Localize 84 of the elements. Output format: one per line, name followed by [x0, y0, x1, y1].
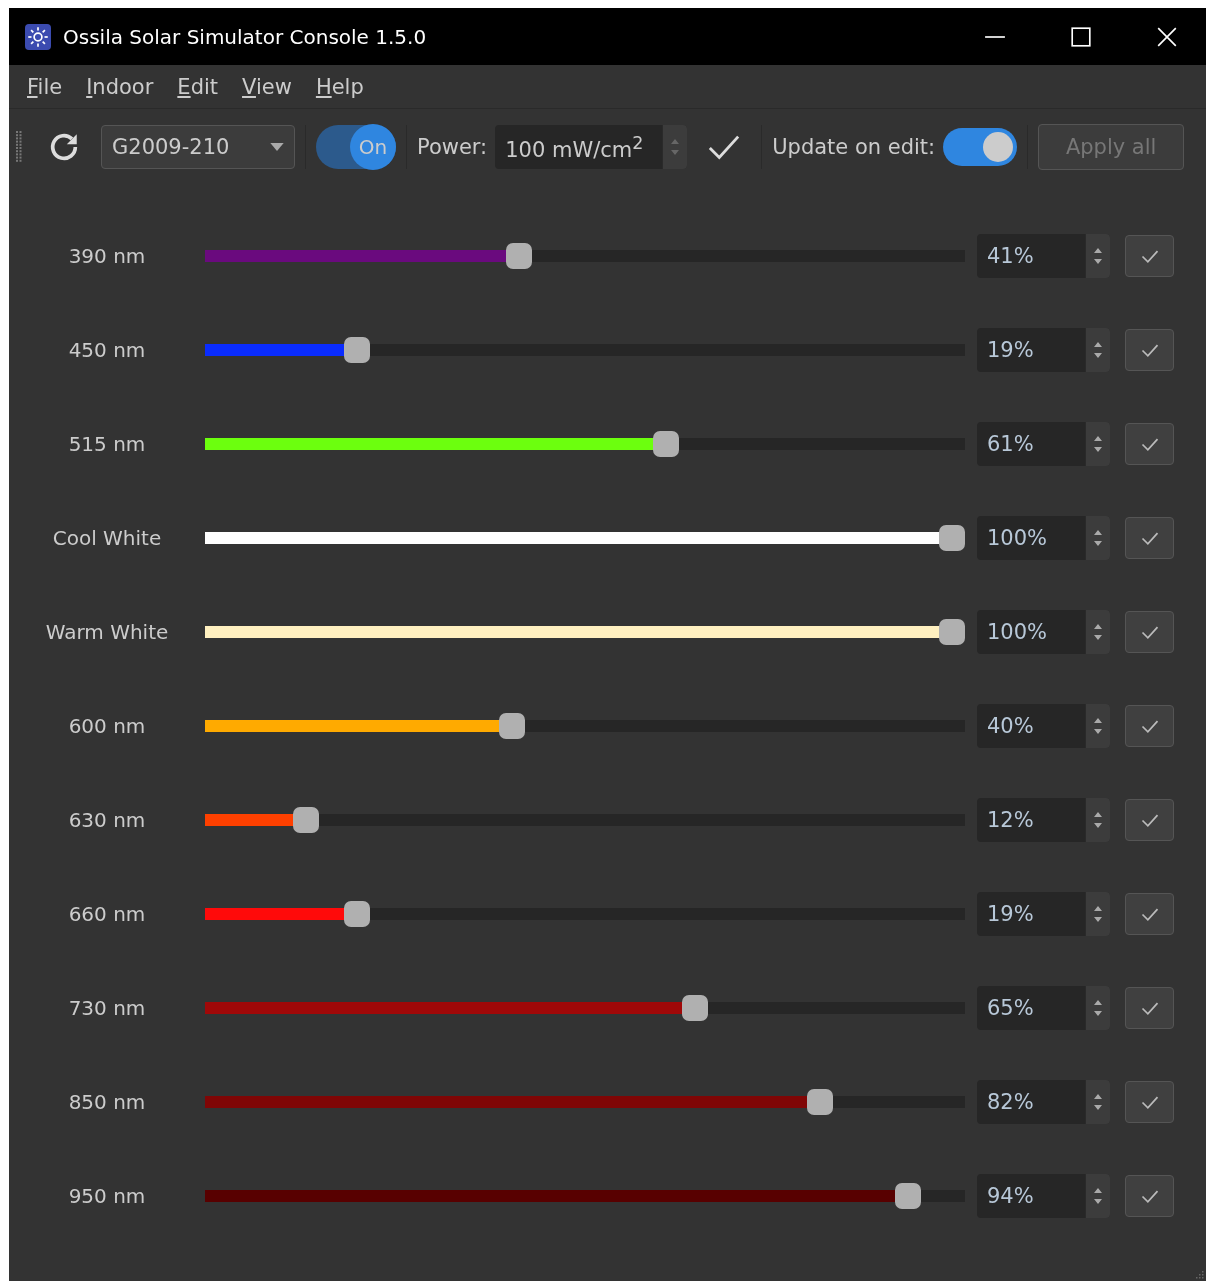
apply-button[interactable] — [1125, 893, 1174, 935]
channel-slider[interactable] — [205, 619, 965, 645]
channel-label: 660 nm — [67, 902, 147, 926]
slider-handle[interactable] — [344, 337, 371, 363]
apply-button[interactable] — [1125, 1175, 1174, 1217]
channel-label: 630 nm — [67, 808, 147, 832]
channel-slider[interactable] — [205, 525, 965, 551]
channel-label: 600 nm — [67, 714, 147, 738]
percent-field[interactable]: 40% — [977, 704, 1110, 748]
menu-item[interactable]: Edit — [177, 74, 219, 99]
check-icon — [1139, 906, 1160, 922]
channel-label: 450 nm — [67, 338, 147, 362]
check-icon — [1139, 248, 1160, 264]
check-icon — [1139, 436, 1160, 452]
slider-handle[interactable] — [498, 713, 525, 739]
percent-field[interactable]: 65% — [977, 986, 1110, 1030]
apply-button[interactable] — [1125, 423, 1174, 465]
window-title: Ossila Solar Simulator Console 1.5.0 — [63, 24, 427, 49]
check-icon — [1139, 812, 1160, 828]
channel-label: 515 nm — [67, 432, 147, 456]
channel-slider[interactable] — [205, 713, 965, 739]
apply-button[interactable] — [1125, 611, 1174, 653]
percent-field[interactable]: 100% — [977, 610, 1110, 654]
percent-field[interactable]: 100% — [977, 516, 1110, 560]
power-label: Power: — [417, 135, 488, 159]
percent-field[interactable]: 19% — [977, 892, 1110, 936]
resize-grip-icon[interactable] — [1196, 1271, 1204, 1279]
slider-handle[interactable] — [806, 1089, 833, 1115]
apply-button[interactable] — [1125, 329, 1174, 371]
channel-label: 730 nm — [67, 996, 147, 1020]
checkmark-icon[interactable] — [707, 133, 742, 161]
apply-button[interactable] — [1125, 517, 1174, 559]
channel-slider[interactable] — [205, 901, 965, 927]
update-on-edit-label: Update on edit: — [772, 135, 936, 159]
percent-field[interactable]: 19% — [977, 328, 1110, 372]
channel-label: 950 nm — [67, 1184, 147, 1208]
apply-button[interactable] — [1125, 235, 1174, 277]
slider-handle[interactable] — [939, 525, 965, 551]
slider-handle[interactable] — [505, 243, 532, 269]
maximize-icon[interactable] — [1070, 25, 1092, 48]
check-icon — [1139, 342, 1160, 358]
channel-slider[interactable] — [205, 431, 965, 457]
channel-label: 390 nm — [67, 244, 147, 268]
channel-slider[interactable] — [205, 1183, 965, 1209]
apply-button[interactable] — [1125, 987, 1174, 1029]
check-icon — [1139, 1094, 1160, 1110]
percent-field[interactable]: 82% — [977, 1080, 1110, 1124]
check-icon — [1139, 1188, 1160, 1204]
percent-field[interactable]: 41% — [977, 234, 1110, 278]
slider-handle[interactable] — [293, 807, 320, 833]
menu-item[interactable]: Indoor — [86, 74, 154, 99]
channel-slider[interactable] — [205, 243, 965, 269]
menu-item[interactable]: File — [27, 74, 63, 99]
slider-handle[interactable] — [894, 1183, 921, 1209]
slider-handle[interactable] — [344, 901, 371, 927]
slider-handle[interactable] — [652, 431, 679, 457]
power-field[interactable]: 100 mW/cm$^{2}$ — [495, 125, 688, 169]
channel-slider[interactable] — [205, 337, 965, 363]
check-icon — [1139, 530, 1160, 546]
check-icon — [1139, 1000, 1160, 1016]
channel-label: Cool White — [51, 526, 163, 550]
check-icon — [1139, 718, 1160, 734]
app-sun-icon — [25, 23, 51, 50]
apply-button[interactable] — [1125, 799, 1174, 841]
grip-icon[interactable] — [15, 131, 23, 163]
device-dropdown[interactable]: G2009-210 — [101, 125, 295, 169]
channel-slider[interactable] — [205, 1089, 965, 1115]
channel-slider[interactable] — [205, 807, 965, 833]
apply-button[interactable] — [1125, 1081, 1174, 1123]
percent-field[interactable]: 61% — [977, 422, 1110, 466]
slider-handle[interactable] — [939, 619, 965, 645]
close-icon[interactable] — [1156, 25, 1178, 48]
channel-label: Warm White — [44, 620, 170, 644]
menu-item[interactable]: View — [242, 74, 292, 99]
caret-icon — [270, 143, 284, 151]
slider-handle[interactable] — [682, 995, 709, 1021]
percent-field[interactable]: 94% — [977, 1174, 1110, 1218]
apply-button[interactable] — [1125, 705, 1174, 747]
channel-slider[interactable] — [205, 995, 965, 1021]
check-icon — [1139, 624, 1160, 640]
update-on-edit-switch[interactable] — [943, 128, 1018, 166]
channel-label: 850 nm — [67, 1090, 147, 1114]
percent-field[interactable]: 12% — [977, 798, 1110, 842]
menu-item[interactable]: Help — [315, 74, 364, 99]
